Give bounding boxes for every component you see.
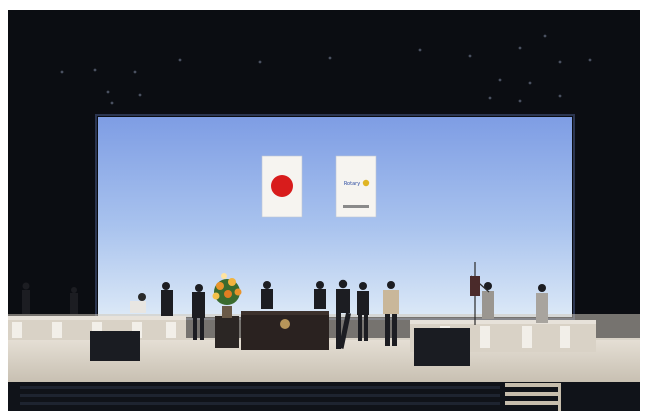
podium xyxy=(215,311,329,350)
rotary-logo-text: Rotary xyxy=(344,181,360,187)
japan-flag xyxy=(261,155,303,218)
stage-photo: Rotary xyxy=(0,0,648,415)
rotary-banner: Rotary xyxy=(335,155,377,218)
rotary-wheel-icon xyxy=(362,179,370,187)
